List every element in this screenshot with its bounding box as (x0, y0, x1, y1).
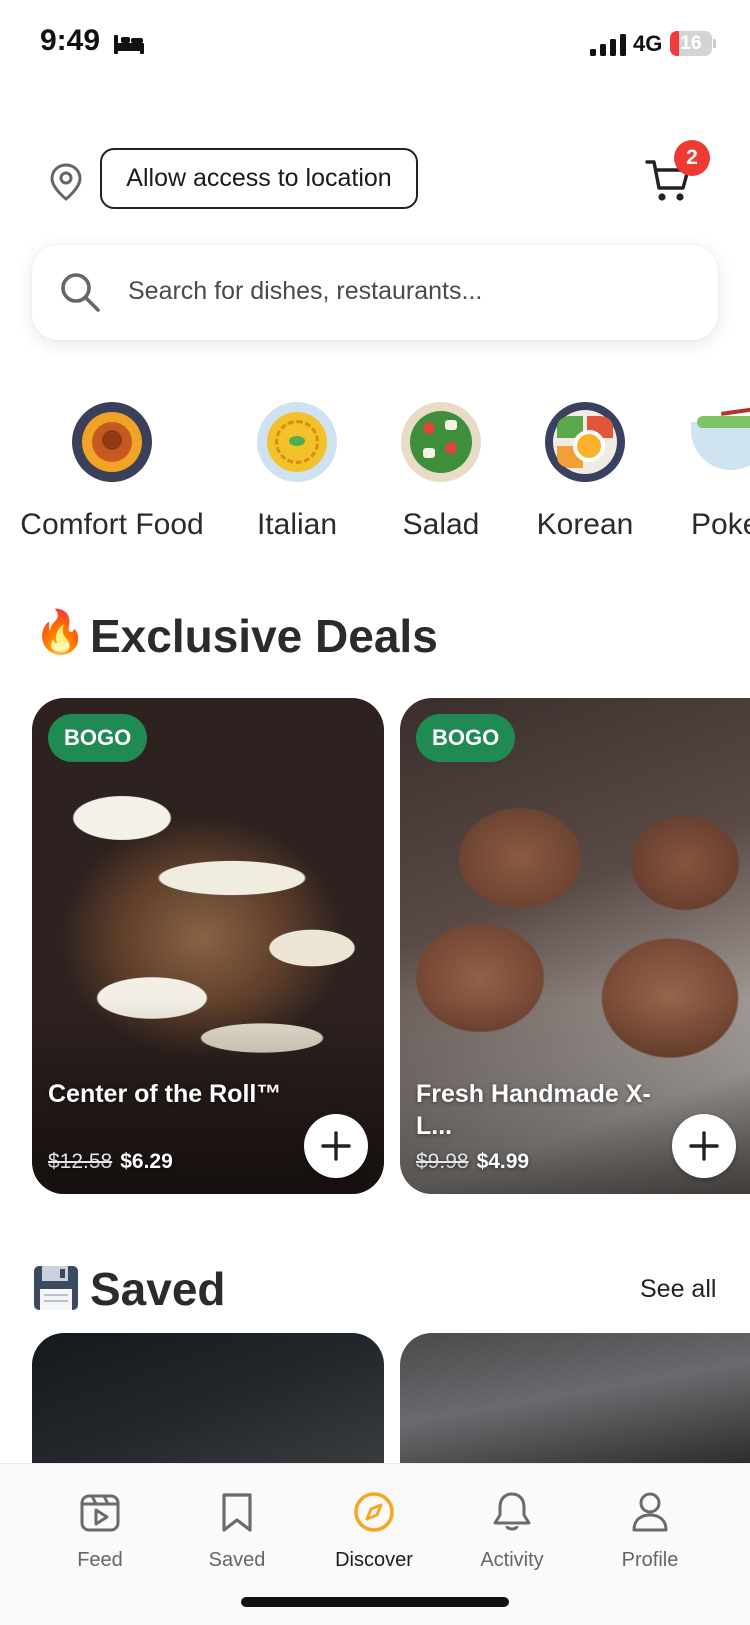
location-pin-icon[interactable] (48, 162, 84, 202)
deal-price: $12.58 $6.29 (48, 1150, 173, 1174)
see-all-link[interactable]: See all (640, 1275, 716, 1304)
sale-price: $6.29 (120, 1150, 173, 1173)
search-icon (61, 273, 100, 312)
tab-profile[interactable]: Profile (590, 1490, 710, 1572)
tab-discover[interactable]: Discover (314, 1490, 434, 1572)
bell-icon (493, 1492, 531, 1531)
deal-name: Center of the Roll™ (48, 1080, 282, 1108)
cart-count-badge: 2 (674, 140, 710, 176)
deal-price: $9.98 $4.99 (416, 1150, 529, 1174)
sleep-focus-icon (114, 35, 144, 54)
section-title-exclusive-deals: Exclusive Deals (90, 610, 438, 662)
add-to-cart-button[interactable] (304, 1114, 368, 1178)
original-price: $12.58 (48, 1150, 113, 1173)
home-indicator (241, 1597, 509, 1607)
floppy-disk-icon (34, 1266, 78, 1310)
original-price: $9.98 (416, 1150, 469, 1173)
category-comfort-food[interactable]: Comfort Food (12, 402, 212, 542)
tab-activity[interactable]: Activity (452, 1490, 572, 1572)
compass-icon (354, 1492, 394, 1532)
person-icon (632, 1492, 668, 1532)
tab-label: Feed (77, 1549, 123, 1571)
deal-name: Fresh Handmade X-L... (416, 1080, 651, 1140)
bogo-badge: BOGO (48, 714, 148, 762)
plus-icon (321, 1131, 351, 1161)
korean-bibimbap-icon (545, 402, 625, 482)
plus-icon (689, 1131, 719, 1161)
tab-label: Discover (335, 1549, 413, 1571)
deal-card[interactable]: BOGO Fresh Handmade X-L... $9.98 $4.99 (400, 698, 750, 1194)
category-label: Comfort Food (20, 508, 204, 541)
status-time: 9:49 (40, 24, 101, 57)
category-poke[interactable]: Poke (629, 402, 750, 542)
category-label: Poke (691, 508, 750, 541)
tab-label: Saved (208, 1549, 266, 1571)
tab-saved[interactable]: Saved (177, 1490, 297, 1572)
saved-item-card[interactable] (32, 1333, 384, 1473)
fire-icon: 🔥 (34, 608, 87, 655)
bogo-badge: BOGO (416, 714, 516, 762)
salad-icon (401, 402, 481, 482)
feed-video-icon (80, 1494, 120, 1532)
battery-level: 16 (680, 33, 702, 54)
tab-label: Activity (480, 1549, 544, 1571)
section-title-saved: Saved (90, 1263, 226, 1315)
italian-pasta-icon (257, 402, 337, 482)
poke-bowl-icon (691, 402, 750, 482)
search-input[interactable]: Search for dishes, restaurants... (128, 277, 482, 306)
deal-card[interactable]: BOGO Center of the Roll™ $12.58 $6.29 (32, 698, 384, 1194)
battery-icon: 16 (670, 31, 716, 56)
saved-item-card[interactable] (400, 1333, 750, 1473)
allow-location-button[interactable]: Allow access to location (100, 148, 418, 209)
add-to-cart-button[interactable] (672, 1114, 736, 1178)
tab-feed[interactable]: Feed (40, 1490, 160, 1572)
bookmark-icon (222, 1493, 252, 1532)
comfort-food-icon (72, 402, 152, 482)
tab-label: Profile (621, 1549, 679, 1571)
sale-price: $4.99 (476, 1150, 530, 1173)
signal-icon (590, 34, 626, 56)
network-type: 4G (633, 31, 663, 56)
